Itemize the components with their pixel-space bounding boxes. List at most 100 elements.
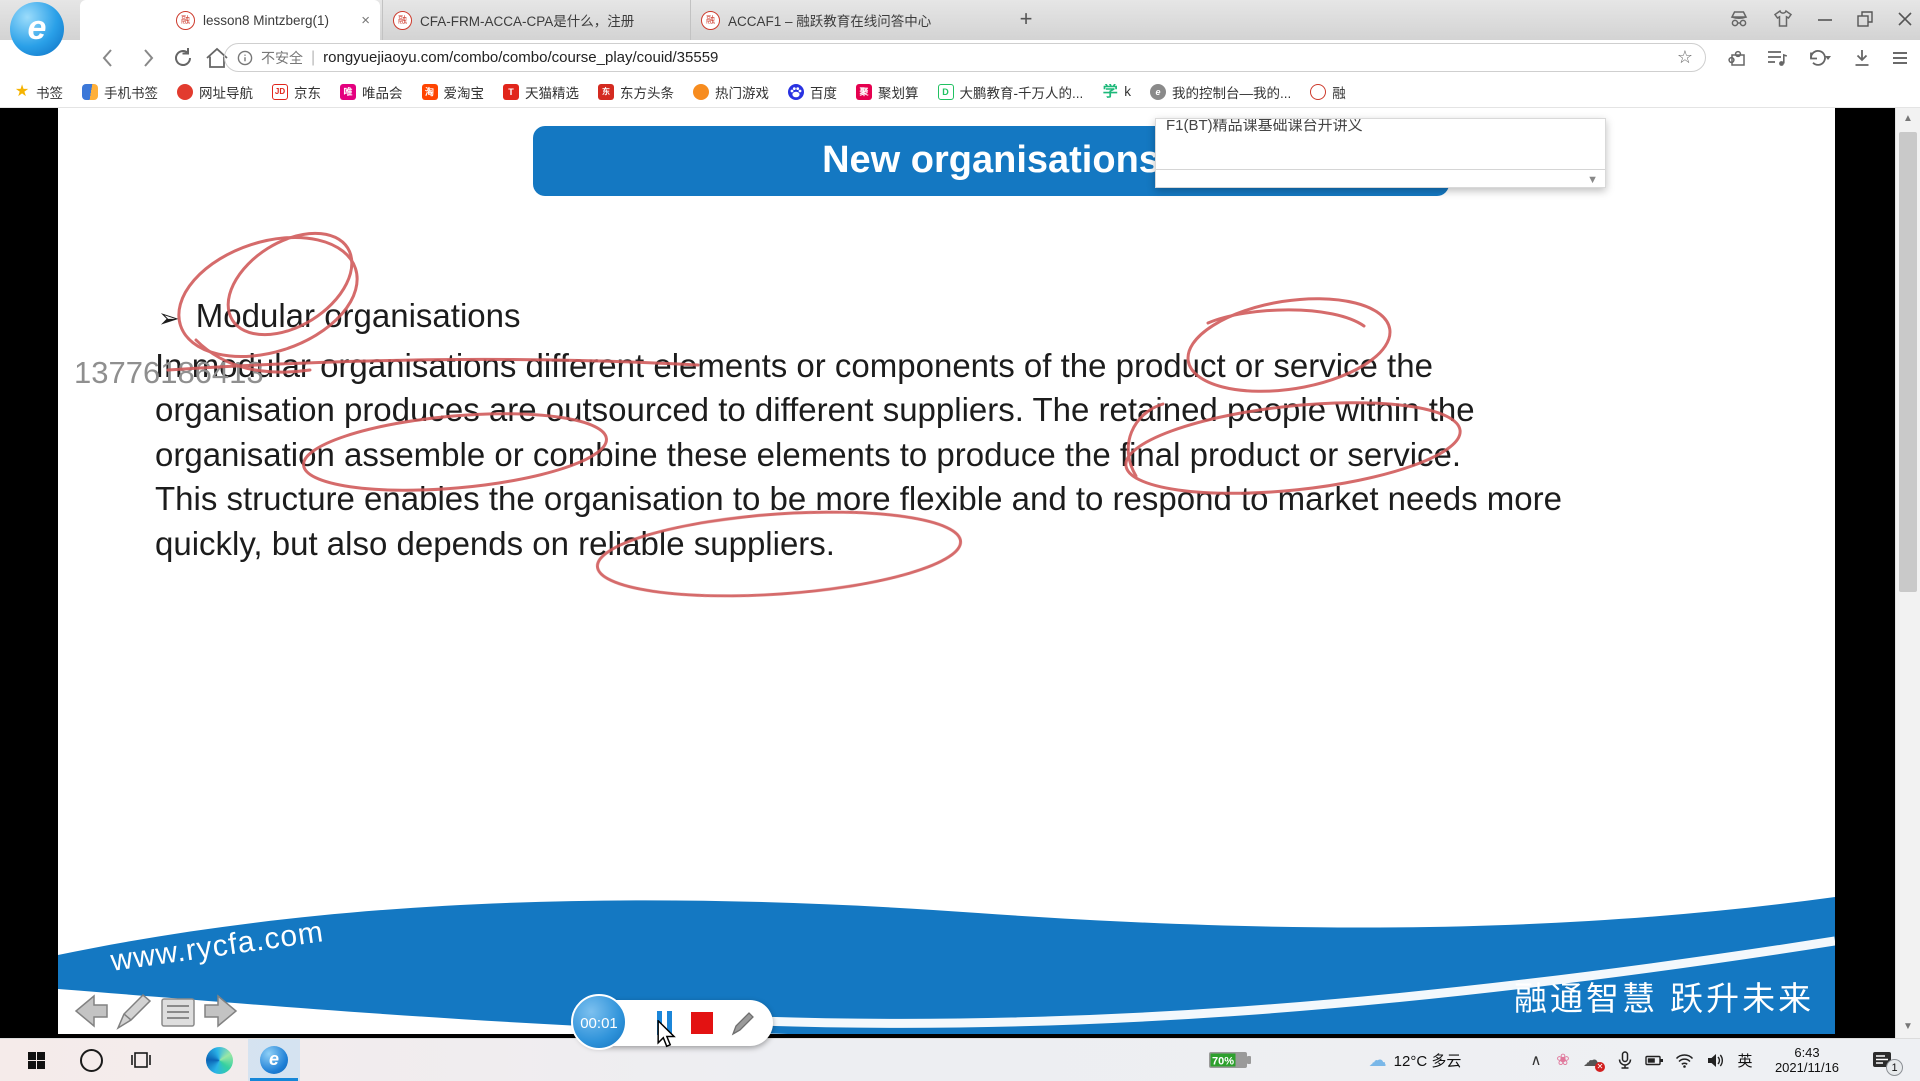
minimize-icon[interactable] xyxy=(1816,10,1834,28)
body-line: In modular organisations different eleme… xyxy=(155,347,1433,385)
active-browser-button[interactable]: e xyxy=(248,1039,300,1081)
vipshop-icon: 唯 xyxy=(340,84,356,100)
bookmark-label: k xyxy=(1124,84,1131,99)
suggestion-text[interactable]: F1(BT)精品课基础课台开讲义 xyxy=(1166,118,1605,135)
suggestion-dropdown[interactable]: F1(BT)精品课基础课台开讲义 ▼ xyxy=(1155,118,1606,188)
weather-widget[interactable]: ☁ 12°C 多云 xyxy=(1340,1039,1490,1081)
edge-icon xyxy=(206,1047,233,1074)
bookmark-wangzhi[interactable]: 网址导航 xyxy=(177,82,253,102)
svg-text:70%: 70% xyxy=(1212,1056,1234,1068)
task-view-button[interactable] xyxy=(120,1039,162,1081)
page-content: New organisations ➢Modular organisations… xyxy=(0,108,1920,1038)
bookmark-rong[interactable]: 融 xyxy=(1310,82,1346,102)
bookmarks-bar: ★ 书签 手机书签 网址导航 JD 京东 唯 唯品会 淘 爱淘宝 T 天猫精选 … xyxy=(0,76,1920,108)
cortana-button[interactable] xyxy=(70,1039,112,1081)
tab-lesson8[interactable]: 融 lesson8 Mintzberg(1) × xyxy=(80,0,380,40)
bookmark-games[interactable]: 热门游戏 xyxy=(693,82,769,102)
notification-badge: 1 xyxy=(1886,1059,1903,1076)
tray-flower-icon[interactable]: ❀ xyxy=(1550,1039,1576,1081)
bookmark-label: 网址导航 xyxy=(199,82,253,102)
recording-timer[interactable]: 00:01 xyxy=(571,994,627,1050)
bookmark-label: 聚划算 xyxy=(878,82,919,102)
tray-cloud-sync-error-icon[interactable]: ☁ ✕ xyxy=(1578,1039,1606,1081)
scroll-up-icon[interactable]: ▲ xyxy=(1896,108,1920,130)
tab-cfa-frm[interactable]: 融 CFA-FRM-ACCA-CPA是什么，注册 xyxy=(382,0,688,40)
tab-accaf1[interactable]: 融 ACCAF1 – 融跃教育在线问答中心 xyxy=(690,0,1002,40)
bookmark-juhuasuan[interactable]: 聚 聚划算 xyxy=(856,82,919,102)
tray-chevron-icon[interactable]: ∧ xyxy=(1524,1039,1548,1081)
windows-taskbar: e 70% ☁ 12°C 多云 ∧ ❀ ☁ ✕ 英 6:43 2021/11/1… xyxy=(0,1038,1920,1081)
url-text[interactable]: rongyuejiaoyu.com/combo/combo/course_pla… xyxy=(323,49,1669,66)
player-annotation-toolbar[interactable] xyxy=(66,988,256,1034)
new-tab-button[interactable]: + xyxy=(1012,6,1040,34)
action-center-button[interactable]: 1 xyxy=(1862,1039,1902,1081)
tray-wifi-icon[interactable] xyxy=(1670,1039,1698,1081)
restore-icon[interactable] xyxy=(1856,10,1874,28)
back-icon[interactable] xyxy=(96,45,122,71)
xue-icon: 学 xyxy=(1102,84,1118,100)
incognito-icon[interactable] xyxy=(1728,9,1750,29)
extensions-puzzle-icon[interactable] xyxy=(1728,48,1748,68)
tray-microphone-icon[interactable] xyxy=(1612,1039,1638,1081)
ime-language-indicator[interactable]: 英 xyxy=(1732,1039,1758,1081)
bookmark-label: 手机书签 xyxy=(104,82,158,102)
bookmark-label: 京东 xyxy=(294,82,321,102)
body-line: organisation assemble or combine these e… xyxy=(155,436,1461,474)
tab-title: CFA-FRM-ACCA-CPA是什么，注册 xyxy=(420,10,678,30)
jd-icon: JD xyxy=(272,84,288,100)
error-badge: ✕ xyxy=(1595,1062,1605,1072)
nav-site-icon xyxy=(177,84,193,100)
start-button[interactable] xyxy=(14,1039,58,1081)
download-icon[interactable] xyxy=(1852,48,1872,68)
bookmark-taobao[interactable]: 淘 爱淘宝 xyxy=(422,82,485,102)
bookmark-baidu[interactable]: 百度 xyxy=(788,82,837,102)
page-scrollbar[interactable]: ▲ ▼ xyxy=(1895,108,1920,1038)
bookmark-dapeng[interactable]: D 大鹏教育-千万人的... xyxy=(938,82,1084,102)
bookmark-label: 热门游戏 xyxy=(715,82,769,102)
close-icon[interactable] xyxy=(1896,10,1914,28)
skin-theme-icon[interactable] xyxy=(1772,9,1794,29)
tray-battery-icon[interactable] xyxy=(1640,1039,1668,1081)
rongyue-favicon: 融 xyxy=(176,11,195,30)
reload-icon[interactable] xyxy=(170,45,196,71)
scrollbar-thumb[interactable] xyxy=(1899,132,1917,592)
url-bar[interactable]: 不安全 | rongyuejiaoyu.com/combo/combo/cour… xyxy=(224,43,1706,72)
prev-arrow-icon xyxy=(76,996,107,1026)
forward-icon[interactable] xyxy=(134,45,160,71)
bookmark-shouji[interactable]: 手机书签 xyxy=(82,82,158,102)
tab-close-icon[interactable]: × xyxy=(361,12,370,29)
tray-speaker-icon[interactable] xyxy=(1700,1039,1730,1081)
scroll-down-icon[interactable]: ▼ xyxy=(1896,1016,1920,1038)
menu-icon[interactable] xyxy=(1890,48,1910,68)
bookmark-console[interactable]: e 我的控制台—我的... xyxy=(1150,82,1291,102)
phone-watermark: 13776186413 xyxy=(74,355,264,391)
bookmark-star-icon[interactable]: ☆ xyxy=(1677,47,1693,68)
next-arrow-icon xyxy=(205,996,236,1026)
media-playlist-icon[interactable] xyxy=(1766,48,1788,68)
bookmark-jd[interactable]: JD 京东 xyxy=(272,82,321,102)
bookmark-tmall[interactable]: T 天猫精选 xyxy=(503,82,579,102)
weather-cloud-icon: ☁ xyxy=(1369,1050,1387,1071)
info-icon[interactable] xyxy=(237,50,253,66)
undo-history-icon[interactable] xyxy=(1806,48,1834,68)
bookmark-shuqian[interactable]: ★ 书签 xyxy=(14,82,63,102)
game-fire-icon xyxy=(693,84,709,100)
taskbar-clock[interactable]: 6:43 2021/11/16 xyxy=(1756,1039,1858,1081)
recorder-pen-icon[interactable] xyxy=(727,1008,757,1038)
dropdown-arrow-icon[interactable]: ▼ xyxy=(1587,174,1598,186)
battery-widget[interactable]: 70% xyxy=(1204,1039,1256,1081)
bookmark-xue-k[interactable]: 学 k xyxy=(1102,84,1131,100)
edge-browser-button[interactable] xyxy=(196,1039,242,1081)
tmall-icon: T xyxy=(503,84,519,100)
tab-title: lesson8 Mintzberg(1) xyxy=(203,13,353,28)
stop-button[interactable] xyxy=(691,1012,713,1034)
bookmark-vip[interactable]: 唯 唯品会 xyxy=(340,82,403,102)
bookmark-label: 爱淘宝 xyxy=(444,82,485,102)
pen-icon xyxy=(118,995,150,1028)
phone-icon xyxy=(82,84,98,100)
bookmark-label: 大鹏教育-千万人的... xyxy=(960,82,1084,102)
clock-date: 2021/11/16 xyxy=(1775,1060,1839,1075)
browser-logo[interactable]: e xyxy=(10,2,64,56)
address-toolbar: 不安全 | rongyuejiaoyu.com/combo/combo/cour… xyxy=(0,40,1920,76)
bookmark-toutiao[interactable]: 东 东方头条 xyxy=(598,82,674,102)
